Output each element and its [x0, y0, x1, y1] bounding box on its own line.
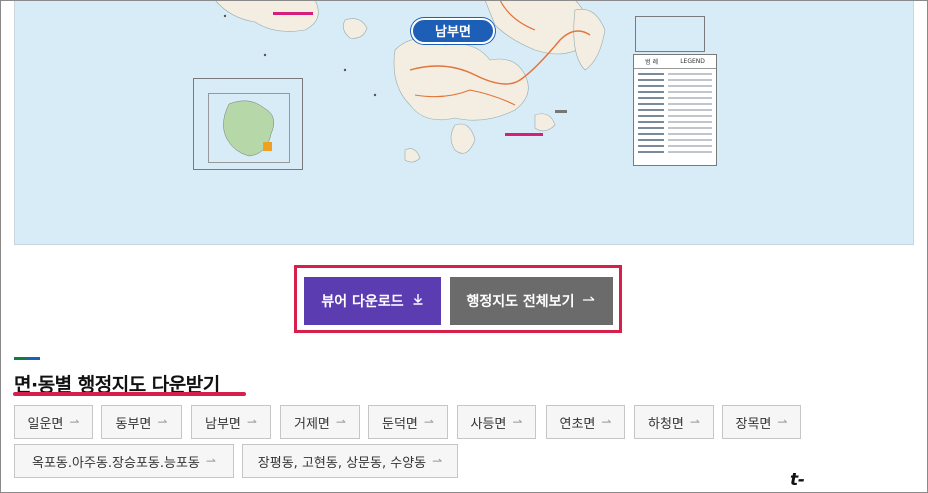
arrow-right-icon: ⇀ — [777, 415, 788, 429]
inset-map-geoje — [193, 78, 303, 170]
arrow-right-icon: ⇀ — [205, 454, 216, 468]
chip-label: 둔덕면 — [382, 416, 418, 432]
chip-label: 사등면 — [470, 416, 507, 432]
chip-hacheong[interactable]: 하청면 ⇀ — [634, 405, 714, 439]
chip-label: 장평동, 고현동, 상문동, 수양동 — [257, 455, 427, 471]
arrow-right-icon: ⇀ — [246, 415, 257, 429]
administrative-map: 범 례 LEGEND 남부면 — [14, 0, 914, 245]
view-full-map-button[interactable]: 행정지도 전체보기 — [450, 277, 613, 325]
chip-jangmok[interactable]: 장목면 ⇀ — [722, 405, 801, 439]
legend-title-korean: 범 례 — [645, 59, 659, 66]
inset-map-graphic — [223, 100, 275, 157]
arrow-right-icon: ⇀ — [423, 415, 434, 429]
area-label-namboo: 남부면 — [411, 18, 495, 44]
arrow-right-icon: ⇀ — [512, 415, 523, 429]
chip-geoje[interactable]: 거제면 ⇀ — [280, 405, 360, 439]
arrow-right-icon: ⇀ — [335, 415, 346, 429]
chip-yeoncho[interactable]: 연초면 ⇀ — [546, 405, 625, 439]
chip-ilun[interactable]: 일운면 ⇀ — [14, 405, 93, 439]
arrow-right-icon: ⇀ — [689, 415, 700, 429]
watermark-text: t-on.tistory.com — [790, 470, 924, 493]
chip-label: 연초면 — [559, 416, 596, 432]
arrow-right-icon: ⇀ — [157, 415, 168, 429]
arrow-right-icon: ⇀ — [69, 415, 80, 429]
section-title-accent — [14, 357, 40, 360]
viewer-download-button[interactable]: 뷰어 다운로드 — [304, 277, 441, 325]
viewer-download-label: 뷰어 다운로드 — [321, 294, 404, 310]
chip-sadeung[interactable]: 사등면 ⇀ — [457, 405, 536, 439]
arrow-right-icon: ⇀ — [432, 454, 443, 468]
chip-jangpyeong-group[interactable]: 장평동, 고현동, 상문동, 수양동 ⇀ — [242, 444, 458, 478]
view-full-map-label: 행정지도 전체보기 — [466, 294, 575, 310]
chip-dundeok[interactable]: 둔덕면 ⇀ — [368, 405, 448, 439]
download-icon — [412, 293, 424, 309]
chip-okpo-group[interactable]: 옥포동.아주동.장승포동.능포동 ⇀ — [14, 444, 234, 478]
section-title-highlight — [13, 392, 246, 396]
arrow-right-icon: ⇀ — [601, 415, 612, 429]
legend-title-english: LEGEND — [680, 58, 705, 65]
arrow-right-icon — [582, 294, 596, 309]
legend-rows — [634, 69, 716, 159]
chip-dongbu[interactable]: 동부면 ⇀ — [101, 405, 182, 439]
chip-label: 동부면 — [115, 416, 152, 432]
chip-label: 옥포동.아주동.장승포동.능포동 — [32, 455, 200, 471]
legend-header: 범 례 LEGEND — [634, 55, 716, 69]
map-legend: 범 례 LEGEND — [633, 54, 717, 166]
chip-label: 장목면 — [735, 416, 772, 432]
inset-map-frame — [208, 93, 290, 163]
chip-label: 거제면 — [294, 416, 330, 432]
chip-nambu[interactable]: 남부면 ⇀ — [191, 405, 271, 439]
chip-label: 하청면 — [648, 416, 684, 432]
chip-label: 일운면 — [27, 416, 64, 432]
chip-label: 남부면 — [205, 416, 241, 432]
map-action-group: 뷰어 다운로드 행정지도 전체보기 — [294, 265, 622, 333]
inset-map-top — [635, 16, 705, 52]
